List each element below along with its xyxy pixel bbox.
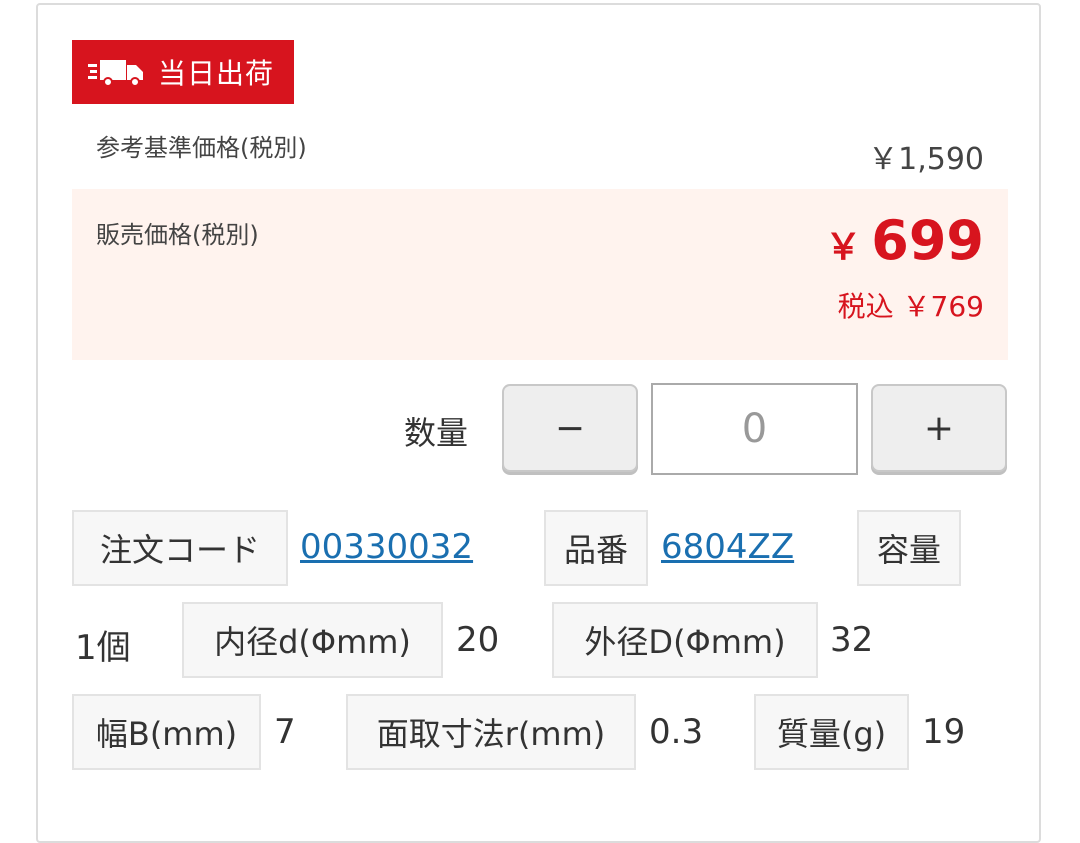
order-code-label: 注文コード: [72, 510, 288, 586]
currency-symbol: ￥: [825, 227, 862, 268]
sale-price: ￥ 699: [825, 209, 984, 272]
capacity-label: 容量: [857, 510, 961, 586]
capacity-value: 1個: [75, 628, 131, 668]
sale-price-panel: 販売価格(税別) ￥ 699 税込 ￥769: [72, 189, 1008, 360]
quantity-label: 数量: [404, 414, 469, 452]
width-value: 7: [274, 712, 296, 752]
chamfer-label: 面取寸法r(mm): [346, 694, 636, 770]
mass-value: 19: [922, 712, 966, 752]
truck-icon: [88, 60, 143, 87]
chamfer-value: 0.3: [649, 712, 704, 752]
width-label: 幅B(mm): [72, 694, 261, 770]
outer-diameter-label: 外径D(Φmm): [552, 602, 818, 678]
quantity-input[interactable]: [651, 383, 858, 475]
same-day-shipping-badge: 当日出荷: [72, 40, 294, 104]
outer-diameter-value: 32: [830, 620, 874, 660]
quantity-increment-button[interactable]: +: [871, 384, 1007, 472]
reference-price-label: 参考基準価格(税別): [96, 134, 307, 162]
part-number-link[interactable]: 6804ZZ: [661, 527, 794, 567]
mass-label: 質量(g): [754, 694, 909, 770]
tax-included-price: 税込 ￥769: [837, 290, 984, 323]
sale-price-amount: 699: [871, 209, 984, 272]
inner-diameter-value: 20: [456, 620, 500, 660]
inner-diameter-label: 内径d(Φmm): [182, 602, 443, 678]
sale-price-label: 販売価格(税別): [96, 221, 259, 249]
reference-price-value: ￥1,590: [868, 142, 984, 177]
badge-label: 当日出荷: [158, 57, 275, 90]
part-number-label: 品番: [544, 510, 648, 586]
order-code-link[interactable]: 00330032: [300, 527, 473, 567]
quantity-decrement-button[interactable]: −: [502, 384, 638, 472]
